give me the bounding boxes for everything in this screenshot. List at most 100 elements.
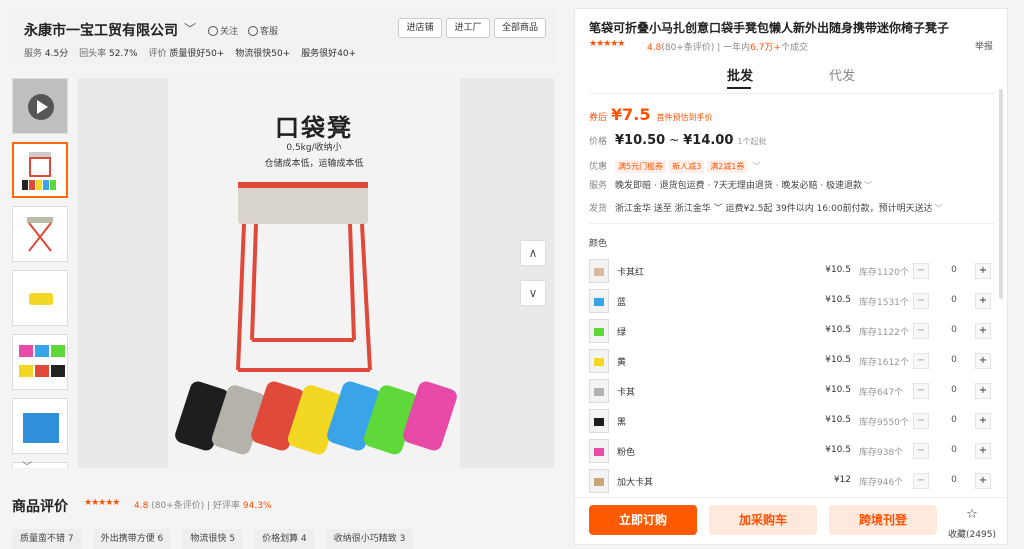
variant-thumbnail[interactable]: [589, 289, 609, 313]
service-label: 客服: [260, 27, 279, 37]
next-image-button[interactable]: ∨: [520, 280, 546, 306]
variant-price: ¥10.5: [825, 295, 851, 305]
tab-indicator: [727, 87, 751, 89]
chevron-down-icon[interactable]: ﹀: [864, 181, 872, 190]
shipping-details[interactable]: 浙江金华 送至 浙江金华 ﹀ 运费¥2.5起 39件以内 16:00前付款，预计…: [615, 204, 933, 214]
good-rate-value: 94.3%: [242, 501, 272, 511]
enter-shop-button[interactable]: 进店铺: [398, 18, 442, 38]
tab-wholesale[interactable]: 批发: [727, 65, 753, 84]
stool-leg: [236, 223, 246, 371]
stat-label: 服务: [24, 49, 43, 59]
thumbnail-2[interactable]: [12, 206, 68, 262]
variant-row: 卡其 ¥10.5 库存647个 −0 +: [589, 377, 995, 405]
variant-thumbnail[interactable]: [589, 469, 609, 493]
stat-value: 4.5分: [44, 49, 69, 59]
review-score: 4.8: [134, 501, 149, 511]
chevron-down-icon[interactable]: ﹀: [752, 162, 760, 171]
variant-thumbnail[interactable]: [589, 439, 609, 463]
star-icon: ☆: [966, 507, 978, 522]
decrease-button[interactable]: −: [913, 323, 929, 339]
follow-button[interactable]: 关注: [208, 24, 238, 37]
review-tag[interactable]: 收纳很小巧精致 3: [325, 529, 414, 549]
variant-thumbnail[interactable]: [589, 259, 609, 283]
product-title: 笔袋可折叠小马扎创意口袋手凳包懒人新外出随身携带迷你椅子凳子: [589, 21, 950, 35]
pouch-thumbnail-image: [29, 293, 53, 305]
shipping-label: 发货: [589, 204, 608, 214]
scrollbar[interactable]: [999, 89, 1003, 299]
thumbnail-4[interactable]: [12, 334, 68, 390]
variant-name: 加大卡其: [617, 478, 654, 488]
variant-price: ¥10.5: [825, 265, 851, 275]
sold-suffix: 个成交: [781, 43, 809, 53]
quantity-input[interactable]: 0: [939, 325, 969, 335]
divider: [589, 223, 995, 224]
review-tag[interactable]: 质量蛮不错 7: [12, 529, 82, 549]
decrease-button[interactable]: −: [913, 293, 929, 309]
quantity-input[interactable]: 0: [939, 445, 969, 455]
coupon-badge[interactable]: 满2减1券: [707, 160, 748, 173]
increase-button[interactable]: +: [975, 353, 991, 369]
variant-row: 粉色 ¥10.5 库存938个 −0 +: [589, 437, 995, 465]
thumbnail-1[interactable]: [12, 142, 68, 198]
quantity-input[interactable]: 0: [939, 415, 969, 425]
promo-label: 券后: [589, 113, 608, 123]
quantity-input[interactable]: 0: [939, 295, 969, 305]
review-tag[interactable]: 外出携带方便 6: [92, 529, 172, 549]
variant-thumbnail[interactable]: [589, 349, 609, 373]
variant-name: 黑: [617, 418, 627, 428]
thumbnail-5[interactable]: [12, 398, 68, 454]
decrease-button[interactable]: −: [913, 383, 929, 399]
all-products-button[interactable]: 全部商品: [494, 18, 546, 38]
chevron-down-icon[interactable]: ﹀: [935, 204, 943, 213]
purchase-panel: 笔袋可折叠小马扎创意口袋手凳包懒人新外出随身携带迷你椅子凳子 ★★★★★ 4.8…: [574, 8, 1008, 545]
thumbnail-video[interactable]: [12, 78, 68, 134]
enter-factory-button[interactable]: 进工厂: [446, 18, 490, 38]
favorite-count: 收藏(2495): [948, 530, 996, 540]
review-tag[interactable]: 物流很快 5: [182, 529, 243, 549]
increase-button[interactable]: +: [975, 443, 991, 459]
prev-image-button[interactable]: ∧: [520, 240, 546, 266]
stool-illustration: [175, 182, 457, 455]
quantity-input[interactable]: 0: [939, 265, 969, 275]
increase-button[interactable]: +: [975, 263, 991, 279]
report-link[interactable]: 举报: [975, 39, 993, 52]
variant-thumbnail[interactable]: [589, 379, 609, 403]
review-tag[interactable]: 价格划算 4: [254, 529, 315, 549]
thumbnail-list[interactable]: [12, 78, 68, 468]
cross-border-list-button[interactable]: 跨境刊登: [829, 505, 937, 535]
quantity-input[interactable]: 0: [939, 385, 969, 395]
blue-thumbnail-image: [23, 413, 59, 443]
decrease-button[interactable]: −: [913, 353, 929, 369]
thumbs-scroll-down-icon[interactable]: ﹀: [22, 458, 32, 473]
product-review-count[interactable]: (80+条评价): [661, 43, 714, 53]
decrease-button[interactable]: −: [913, 263, 929, 279]
coupon-badge[interactable]: 新人减3: [669, 160, 705, 173]
chevron-down-icon[interactable]: ﹀: [184, 20, 196, 37]
customer-service-button[interactable]: 客服: [248, 24, 278, 37]
thumbnail-6[interactable]: [12, 462, 68, 468]
thumbnail-3[interactable]: [12, 270, 68, 326]
stat-label: 评价: [148, 49, 167, 59]
decrease-button[interactable]: −: [913, 473, 929, 489]
quantity-input[interactable]: 0: [939, 355, 969, 365]
increase-button[interactable]: +: [975, 293, 991, 309]
shop-name[interactable]: 永康市一宝工贸有限公司: [24, 20, 178, 40]
increase-button[interactable]: +: [975, 473, 991, 489]
increase-button[interactable]: +: [975, 413, 991, 429]
add-to-cart-button[interactable]: 加采购车: [709, 505, 817, 535]
review-count[interactable]: (80+条评价): [151, 501, 204, 511]
favorite-button[interactable]: ☆ 收藏(2495): [947, 507, 997, 541]
coupon-badge[interactable]: 满5元门槛券: [615, 160, 667, 173]
variant-thumbnail[interactable]: [589, 409, 609, 433]
increase-button[interactable]: +: [975, 383, 991, 399]
stat-value: 物流很快50+: [235, 49, 291, 59]
variant-thumbnail[interactable]: [589, 319, 609, 343]
increase-button[interactable]: +: [975, 323, 991, 339]
service-list: 晚发即赔 · 退货包运费 · 7天无理由退货 · 晚发必赔 · 极速退款: [615, 181, 863, 191]
decrease-button[interactable]: −: [913, 443, 929, 459]
tab-dropship[interactable]: 代发: [829, 65, 855, 84]
quantity-input[interactable]: 0: [939, 475, 969, 485]
variant-row: 卡其红 ¥10.5 库存1120个 −0 +: [589, 257, 995, 285]
order-now-button[interactable]: 立即订购: [589, 505, 697, 535]
decrease-button[interactable]: −: [913, 413, 929, 429]
